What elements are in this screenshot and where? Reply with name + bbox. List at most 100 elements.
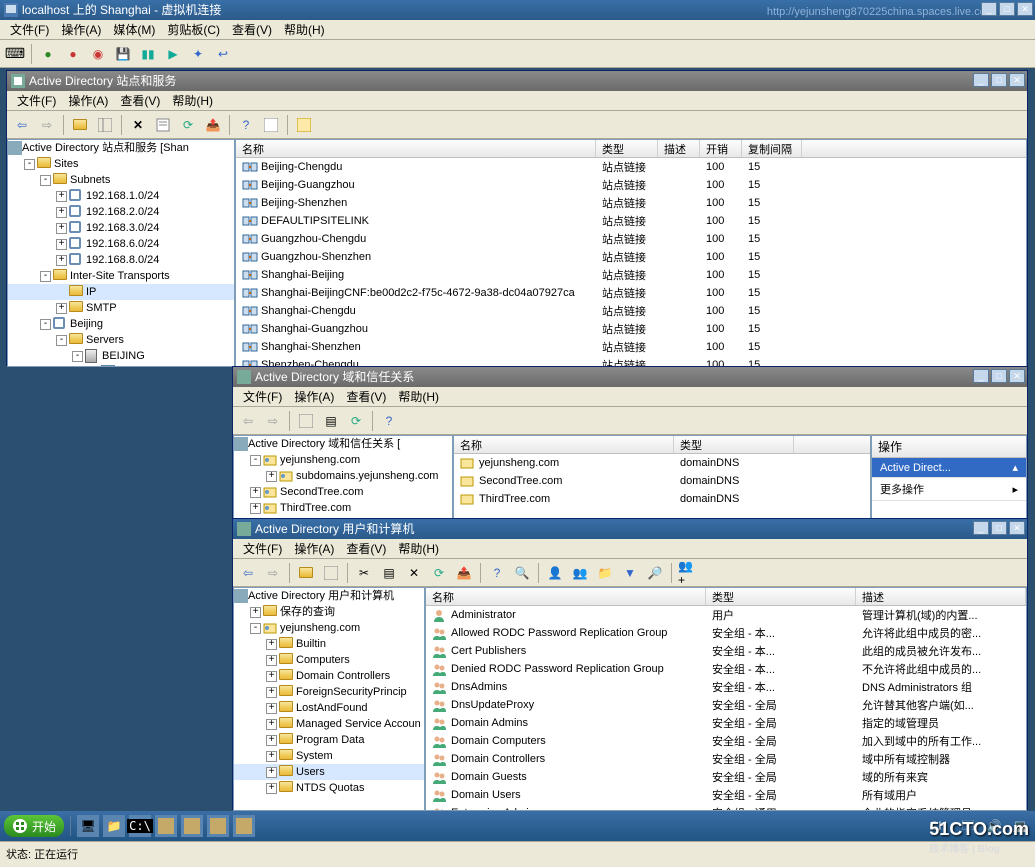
list-row[interactable]: Shenzhen-Chengdu站点链接10015	[236, 356, 1026, 366]
show-hide-tree-button[interactable]	[320, 562, 342, 584]
expand-icon[interactable]: +	[56, 207, 67, 218]
list-row[interactable]: Denied RODC Password Replication Group安全…	[426, 660, 1026, 678]
list-row[interactable]: Allowed RODC Password Replication Group安…	[426, 624, 1026, 642]
list-row[interactable]: Domain Admins安全组 - 全局指定的域管理员	[426, 714, 1026, 732]
list-row[interactable]: Shanghai-Guangzhou站点链接10015	[236, 320, 1026, 338]
taskbar-mmc2-button[interactable]	[181, 815, 203, 837]
expand-icon[interactable]: -	[24, 159, 35, 170]
list-row[interactable]: SecondTree.comdomainDNS	[454, 472, 870, 490]
tree-node[interactable]: +192.168.1.0/24	[8, 188, 234, 204]
taskbar-explorer-button[interactable]: 📁	[103, 815, 125, 837]
vm-pause-button[interactable]: ▮▮	[137, 43, 159, 65]
ad-users-list-header[interactable]: 名称类型描述	[426, 588, 1026, 606]
vm-reset-button[interactable]: ▶	[162, 43, 184, 65]
properties-button[interactable]: ▤	[378, 562, 400, 584]
expand-icon[interactable]: +	[56, 191, 67, 202]
search-button[interactable]: 🔎	[644, 562, 666, 584]
tree-node[interactable]: +SecondTree.com	[234, 484, 452, 500]
delete-button[interactable]: ✕	[403, 562, 425, 584]
tree-node[interactable]: IP	[8, 284, 234, 300]
list-row[interactable]: Domain Guests安全组 - 全局域的所有来宾	[426, 768, 1026, 786]
column-header[interactable]: 描述	[856, 588, 1026, 605]
expand-icon[interactable]: -	[250, 623, 261, 634]
forward-button[interactable]: ⇨	[262, 562, 284, 584]
vm-max-button[interactable]: □	[999, 2, 1015, 16]
column-header[interactable]: 类型	[706, 588, 856, 605]
column-header[interactable]: 描述	[658, 140, 700, 157]
taskbar-cmd-button[interactable]: C:\	[129, 815, 151, 837]
win-min-button[interactable]: _	[973, 369, 989, 383]
export-button[interactable]: 📤	[202, 114, 224, 136]
expand-icon[interactable]: -	[250, 455, 261, 466]
win-max-button[interactable]: □	[991, 369, 1007, 383]
win-close-button[interactable]: ✕	[1009, 73, 1025, 87]
show-hide-tree-button[interactable]	[94, 114, 116, 136]
extra-button[interactable]	[293, 114, 315, 136]
menu-item[interactable]: 查看(V)	[340, 386, 392, 407]
tree-node[interactable]: -BEIJING	[8, 348, 234, 364]
list-row[interactable]: Guangzhou-Chengdu站点链接10015	[236, 230, 1026, 248]
taskbar-desktop-button[interactable]: 🖥	[77, 815, 99, 837]
help-button[interactable]: ?	[486, 562, 508, 584]
list-row[interactable]: Administrator用户管理计算机(域)的内置...	[426, 606, 1026, 624]
expand-icon[interactable]: +	[266, 703, 277, 714]
forward-button[interactable]: ⇨	[262, 410, 284, 432]
list-row[interactable]: Beijing-Chengdu站点链接10015	[236, 158, 1026, 176]
vm-turnoff-button[interactable]: ●	[62, 43, 84, 65]
ad-users-tree[interactable]: Active Directory 用户和计算机+保存的查询-yejunsheng…	[233, 587, 425, 811]
list-row[interactable]: Shanghai-Chengdu站点链接10015	[236, 302, 1026, 320]
tree-root[interactable]: Active Directory 域和信任关系 [	[234, 436, 452, 452]
column-header[interactable]: 名称	[236, 140, 596, 157]
filter-button[interactable]: ▼	[619, 562, 641, 584]
menu-item[interactable]: 操作(A)	[62, 90, 114, 111]
list-row[interactable]: Guangzhou-Shenzhen站点链接10015	[236, 248, 1026, 266]
menu-item[interactable]: 文件(F)	[237, 538, 288, 559]
expand-icon[interactable]: -	[72, 351, 83, 362]
expand-icon[interactable]: +	[250, 487, 261, 498]
tree-node[interactable]: NTDS Settings	[8, 364, 234, 367]
tree-node[interactable]: +NTDS Quotas	[234, 780, 424, 796]
win-min-button[interactable]: _	[973, 73, 989, 87]
ad-domains-tree[interactable]: Active Directory 域和信任关系 [-yejunsheng.com…	[233, 435, 453, 519]
tree-node[interactable]: +192.168.8.0/24	[8, 252, 234, 268]
menu-item[interactable]: 帮助(H)	[392, 386, 445, 407]
delete-button[interactable]: ✕	[127, 114, 149, 136]
list-row[interactable]: yejunsheng.comdomainDNS	[454, 454, 870, 472]
menu-item[interactable]: 文件(F)	[237, 386, 288, 407]
tree-node[interactable]: +SMTP	[8, 300, 234, 316]
export-button[interactable]: 📤	[453, 562, 475, 584]
help-button[interactable]: ?	[235, 114, 257, 136]
column-header[interactable]: 类型	[596, 140, 658, 157]
view-button[interactable]	[260, 114, 282, 136]
menu-item[interactable]: 帮助(H)	[166, 90, 219, 111]
show-hide-tree-button[interactable]	[295, 410, 317, 432]
menu-item[interactable]: 操作(A)	[55, 19, 107, 40]
up-button[interactable]	[69, 114, 91, 136]
tree-node[interactable]: +Builtin	[234, 636, 424, 652]
start-button[interactable]: 开始	[4, 815, 64, 837]
up-button[interactable]	[295, 562, 317, 584]
tree-node[interactable]: -Servers	[8, 332, 234, 348]
refresh-button[interactable]: ⟳	[345, 410, 367, 432]
ad-sites-list[interactable]: Beijing-Chengdu站点链接10015Beijing-Guangzho…	[236, 158, 1026, 366]
ad-sites-tree[interactable]: Active Directory 站点和服务 [Shan-Sites-Subne…	[7, 139, 235, 367]
column-header[interactable]: 名称	[454, 436, 674, 453]
menu-item[interactable]: 查看(V)	[226, 19, 278, 40]
menu-item[interactable]: 查看(V)	[114, 90, 166, 111]
new-ou-button[interactable]: 📁	[594, 562, 616, 584]
expand-icon[interactable]: +	[266, 655, 277, 666]
menu-item[interactable]: 文件(F)	[11, 90, 62, 111]
vm-ctrl-alt-del-button[interactable]: ⌨	[4, 43, 26, 65]
more-actions-row[interactable]: 更多操作▸	[872, 478, 1026, 501]
list-row[interactable]: DnsAdmins安全组 - 本...DNS Administrators 组	[426, 678, 1026, 696]
ad-domains-list-header[interactable]: 名称类型	[454, 436, 870, 454]
tree-node[interactable]: +Managed Service Accoun	[234, 716, 424, 732]
list-row[interactable]: Domain Users安全组 - 全局所有域用户	[426, 786, 1026, 804]
ad-users-list[interactable]: Administrator用户管理计算机(域)的内置...Allowed ROD…	[426, 606, 1026, 810]
refresh-button[interactable]: ⟳	[428, 562, 450, 584]
expand-icon[interactable]: +	[56, 223, 67, 234]
list-row[interactable]: Enterprise Admins安全组 - 通用企业的指定系统管理员	[426, 804, 1026, 810]
ad-sites-list-header[interactable]: 名称类型描述开销复制间隔	[236, 140, 1026, 158]
properties-button[interactable]: ▤	[320, 410, 342, 432]
tree-node[interactable]: +ThirdTree.com	[234, 500, 452, 516]
